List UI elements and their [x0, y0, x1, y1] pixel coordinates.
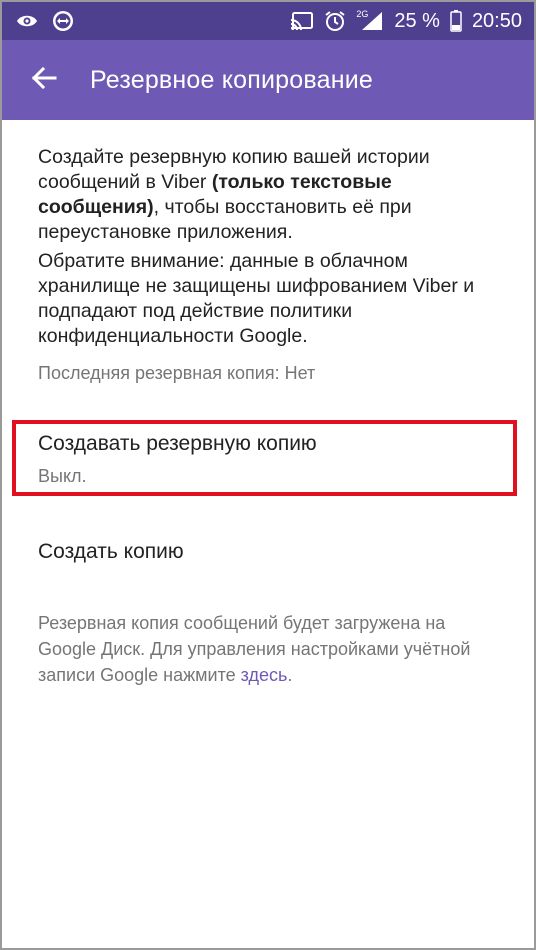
battery-icon — [450, 10, 462, 32]
cast-icon — [290, 11, 314, 31]
description-paragraph-1: Создайте резервную копию вашей истории с… — [38, 146, 430, 243]
app-bar: Резервное копирование — [2, 40, 534, 120]
auto-backup-value: Выкл. — [38, 466, 87, 486]
alarm-icon — [324, 10, 346, 32]
here-link[interactable]: здесь — [241, 665, 288, 685]
footer-end: . — [287, 665, 293, 685]
arrow-back-icon — [31, 66, 57, 94]
page-title: Резервное копирование — [90, 65, 373, 94]
status-bar: 2G 25 % 20:50 — [2, 2, 534, 40]
battery-percent: 25 % — [394, 9, 440, 32]
description-block: Создайте резервную копию вашей истории с… — [38, 145, 498, 384]
description-paragraph-2: Обратите внимание: данные в облачном хра… — [38, 250, 475, 347]
auto-backup-setting[interactable]: Создавать резервную копию Выкл. — [38, 432, 317, 487]
back-button[interactable] — [16, 52, 72, 108]
network-type: 2G — [356, 9, 369, 19]
auto-backup-title: Создавать резервную копию — [38, 432, 317, 455]
eye-icon — [16, 13, 38, 29]
clock: 20:50 — [471, 9, 522, 32]
footer-note: Резервная копия сообщений будет загружен… — [38, 610, 508, 688]
signal-icon: 2G — [356, 9, 384, 31]
last-backup-text: Последняя резервная копия: Нет — [38, 363, 316, 383]
create-backup-button[interactable]: Создать копию — [38, 540, 184, 564]
teamviewer-icon — [52, 10, 74, 32]
